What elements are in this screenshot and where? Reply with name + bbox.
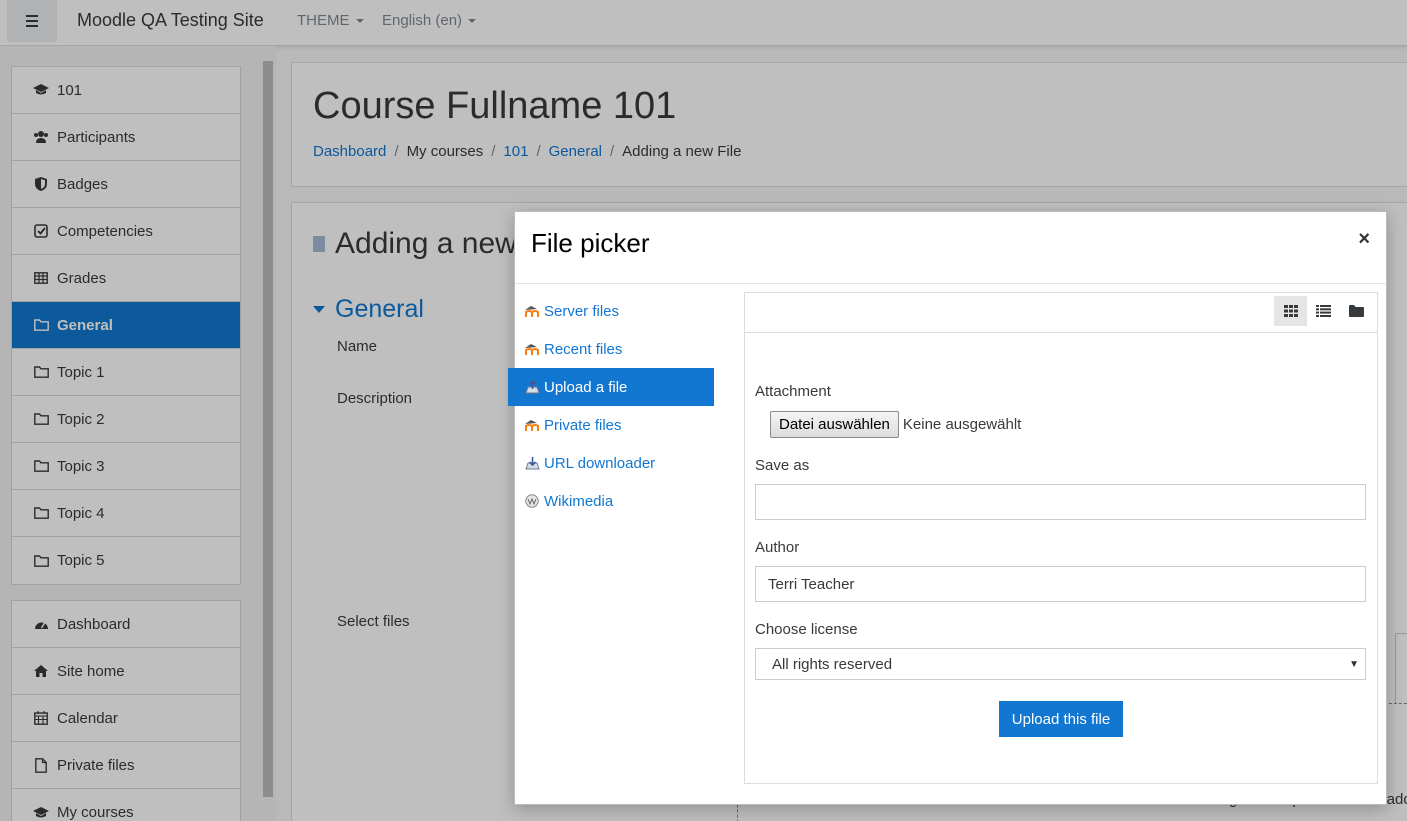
license-select[interactable]: All rights reserved ▼ [755, 648, 1366, 680]
file-picker-panel: Attachment Datei auswählen Keine ausgewä… [744, 292, 1378, 784]
tree-view-button[interactable] [1340, 296, 1373, 326]
download-icon [524, 455, 540, 471]
repo-wikimedia[interactable]: Wikimedia [508, 482, 714, 520]
grid-icon [1283, 305, 1298, 317]
view-toolbar [745, 293, 1377, 333]
icon-view-button[interactable] [1274, 296, 1307, 326]
upload-icon [524, 379, 540, 395]
author-input[interactable]: Terri Teacher [755, 566, 1366, 602]
repo-label: Upload a file [544, 378, 628, 396]
wikimedia-icon [524, 493, 540, 509]
license-label: Choose license [755, 621, 858, 638]
list-view-button[interactable] [1307, 296, 1340, 326]
folder-icon [1349, 305, 1364, 317]
repo-server-files[interactable]: Server files [508, 292, 714, 330]
repo-private-files[interactable]: Private files [508, 406, 714, 444]
repo-label: Server files [544, 302, 620, 320]
moodle-icon [524, 417, 540, 433]
modal-header: File picker × [515, 212, 1386, 284]
moodle-icon [524, 341, 540, 357]
upload-this-file-button[interactable]: Upload this file [999, 701, 1123, 737]
list-icon [1316, 305, 1331, 317]
moodle-icon [524, 303, 540, 319]
modal-title: File picker [531, 228, 650, 258]
upload-form: Attachment Datei auswählen Keine ausgewä… [755, 383, 1366, 737]
file-status-text: Keine ausgewählt [902, 415, 1022, 433]
choose-file-button[interactable]: Datei auswählen [770, 410, 899, 438]
repo-url-downloader[interactable]: URL downloader [508, 444, 714, 482]
file-picker-dialog: File picker × Server files Recent files … [508, 211, 1387, 805]
author-label: Author [755, 539, 800, 556]
attachment-label: Attachment [755, 383, 831, 400]
license-value: All rights reserved [772, 655, 893, 673]
save-as-input[interactable] [755, 484, 1366, 520]
repo-recent-files[interactable]: Recent files [508, 330, 714, 368]
repo-label: Recent files [544, 340, 623, 358]
repo-label: Wikimedia [544, 492, 614, 510]
repo-upload-a-file[interactable]: Upload a file [508, 368, 714, 406]
author-value: Terri Teacher [768, 575, 855, 593]
attachment-file-input: Datei auswählen Keine ausgewählt [770, 410, 1366, 438]
close-icon[interactable]: × [1358, 228, 1370, 251]
repo-label: URL downloader [544, 454, 656, 472]
repository-list: Server files Recent files Upload a file … [508, 292, 714, 520]
save-as-label: Save as [755, 457, 810, 474]
select-arrow-icon: ▼ [1349, 658, 1359, 670]
repo-label: Private files [544, 416, 622, 434]
